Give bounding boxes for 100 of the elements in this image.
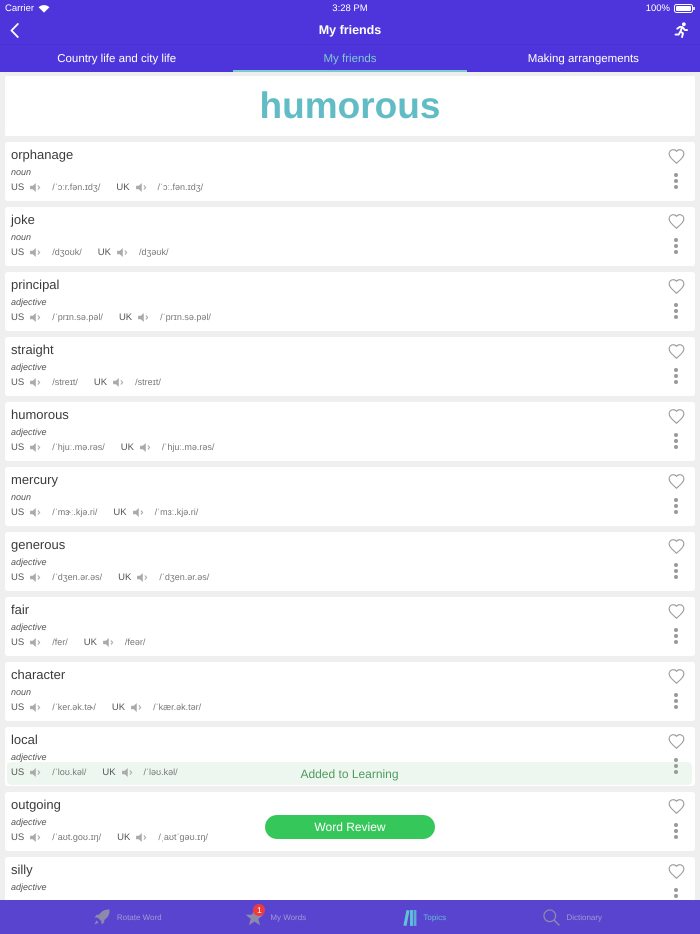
part-of-speech: adjective	[11, 426, 47, 439]
speaker-icon[interactable]	[136, 182, 147, 192]
word-card[interactable]: silly adjective	[5, 857, 695, 900]
word-card[interactable]: orphanage noun US /ˈɔːr.fən.ɪdʒ/ UK /ˈɔː.fən.ɪdʒ/	[5, 142, 695, 201]
more-options-icon[interactable]	[674, 238, 678, 254]
more-options-icon[interactable]	[674, 368, 678, 384]
heart-icon[interactable]	[668, 279, 684, 294]
speaker-icon[interactable]	[30, 312, 42, 322]
speaker-icon[interactable]	[30, 182, 42, 192]
speaker-icon[interactable]	[132, 508, 144, 516]
ipa-text: /ˈdʒen.ər.əs/	[159, 572, 210, 582]
speaker-icon[interactable]	[102, 638, 114, 646]
heart-icon[interactable]	[668, 409, 684, 424]
more-options-icon[interactable]	[674, 563, 678, 579]
speaker-icon[interactable]	[131, 702, 142, 712]
heart-icon[interactable]	[668, 474, 684, 489]
speaker-icon[interactable]	[30, 248, 42, 256]
part-of-speech: adjective	[11, 556, 47, 569]
more-options-icon[interactable]	[674, 498, 678, 514]
part-of-speech: noun	[11, 491, 32, 504]
topic-tab[interactable]: Making arrangements	[466, 45, 700, 72]
word-title: local	[11, 731, 38, 748]
region-label: US	[11, 636, 24, 648]
heart-icon[interactable]	[668, 344, 684, 359]
more-options-icon[interactable]	[674, 888, 678, 900]
ipa-text: /ˈaʊt.ɡoʊ.ɪŋ/	[52, 832, 102, 842]
clock-time: 3:28 PM	[332, 2, 368, 14]
word-card[interactable]: fair adjective US /fer/ UK /feər/	[5, 597, 695, 656]
speaker-icon[interactable]	[136, 832, 148, 842]
more-options-icon[interactable]	[674, 823, 678, 839]
ipa-text: /ˈdʒen.ər.əs/	[52, 572, 102, 582]
speaker-icon[interactable]	[30, 378, 42, 386]
topic-tab[interactable]: Country life and city life	[0, 45, 234, 72]
more-options-icon[interactable]	[674, 693, 678, 709]
more-options-icon[interactable]	[674, 173, 678, 189]
heart-icon[interactable]	[668, 149, 684, 164]
region-label: UK	[120, 442, 134, 452]
word-card[interactable]: joke noun US /dʒoʊk/ UK /dʒəʊk/	[5, 207, 695, 266]
ipa-text: /dʒəʊk/	[138, 247, 168, 257]
more-options-icon[interactable]	[674, 433, 678, 449]
ipa-text: /feər/	[124, 637, 146, 647]
word-card[interactable]: character noun US /ˈker.ək.tɚ/ UK /ˈkær.ək.tər/	[5, 662, 695, 721]
speaker-icon[interactable]	[113, 378, 124, 386]
word-card[interactable]: humorous adjective US /ˈhjuː.mə.rəs/ UK /ˈhjuː.mə.rəs/	[5, 402, 695, 461]
word-title: orphanage	[11, 146, 74, 163]
word-card[interactable]: mercury noun US /ˈmɝː.kjə.ri/ UK /ˈmɜː.kjə.ri/	[5, 467, 695, 526]
speaker-icon[interactable]	[30, 702, 42, 712]
ipa-text: /fer/	[52, 637, 68, 647]
speaker-icon[interactable]	[30, 572, 42, 582]
word-card[interactable]: straight adjective US /streɪt/ UK /streɪt/	[5, 337, 695, 396]
region-label: UK	[118, 572, 132, 582]
region-label: US	[11, 766, 24, 778]
more-options-icon[interactable]	[674, 303, 678, 319]
heart-icon[interactable]	[668, 604, 684, 619]
ipa-text: /ˈhjuː.mə.rəs/	[52, 442, 105, 452]
screen-title: My friends	[318, 23, 382, 37]
search-icon	[543, 908, 560, 926]
more-options-icon[interactable]	[674, 758, 678, 774]
speaker-icon[interactable]	[30, 638, 42, 646]
word-title: principal	[11, 276, 60, 293]
word-card[interactable]: principal adjective US /ˈprɪn.sə.pəl/ UK /ˈprɪn.sə.pəl/	[5, 272, 695, 331]
ipa-text: /ˈprɪn.sə.pəl/	[52, 312, 103, 322]
word-title: mercury	[11, 471, 58, 488]
speaker-icon[interactable]	[30, 508, 42, 516]
speaker-icon[interactable]	[116, 248, 128, 256]
speaker-icon[interactable]	[137, 572, 148, 582]
region-label: UK	[112, 702, 126, 712]
heart-icon[interactable]	[668, 539, 684, 554]
ipa-text: /ˈprɪn.sə.pəl/	[160, 312, 211, 322]
ipa-text: /ˈmɝː.kjə.ri/	[52, 507, 98, 517]
heart-icon[interactable]	[668, 734, 684, 749]
speaker-icon[interactable]	[30, 832, 42, 842]
heart-icon[interactable]	[668, 864, 684, 879]
featured-word: humorous	[5, 76, 695, 136]
heart-icon[interactable]	[668, 669, 684, 684]
speaker-icon[interactable]	[30, 768, 42, 776]
ipa-text: /ˈker.ək.tɚ/	[52, 702, 96, 712]
speaker-icon[interactable]	[122, 768, 133, 776]
part-of-speech: adjective	[11, 751, 47, 764]
speaker-icon[interactable]	[30, 442, 42, 452]
ipa-text: /dʒoʊk/	[52, 247, 82, 257]
region-label: US	[11, 182, 24, 192]
more-options-icon[interactable]	[674, 628, 678, 644]
topic-tab[interactable]: My friends	[233, 45, 467, 72]
heart-icon[interactable]	[668, 799, 684, 814]
ipa-text: /ˈmɜː.kjə.ri/	[154, 507, 198, 517]
region-label: UK	[116, 182, 130, 192]
heart-icon[interactable]	[668, 214, 684, 229]
region-label: US	[11, 572, 24, 582]
word-card[interactable]: generous adjective US /ˈdʒen.ər.əs/ UK /ˈdʒen.ər.əs/	[5, 532, 695, 591]
word-title: silly	[11, 861, 33, 878]
region-label: UK	[102, 766, 116, 778]
region-label: UK	[117, 832, 130, 842]
ipa-text: /ˈloʊ.kəl/	[52, 767, 86, 777]
carrier-label: Carrier	[5, 2, 34, 14]
word-title: joke	[11, 211, 35, 228]
battery-percent: 100%	[646, 2, 670, 14]
speaker-icon[interactable]	[138, 312, 150, 322]
speaker-icon[interactable]	[140, 442, 151, 452]
region-label: US	[11, 312, 24, 322]
